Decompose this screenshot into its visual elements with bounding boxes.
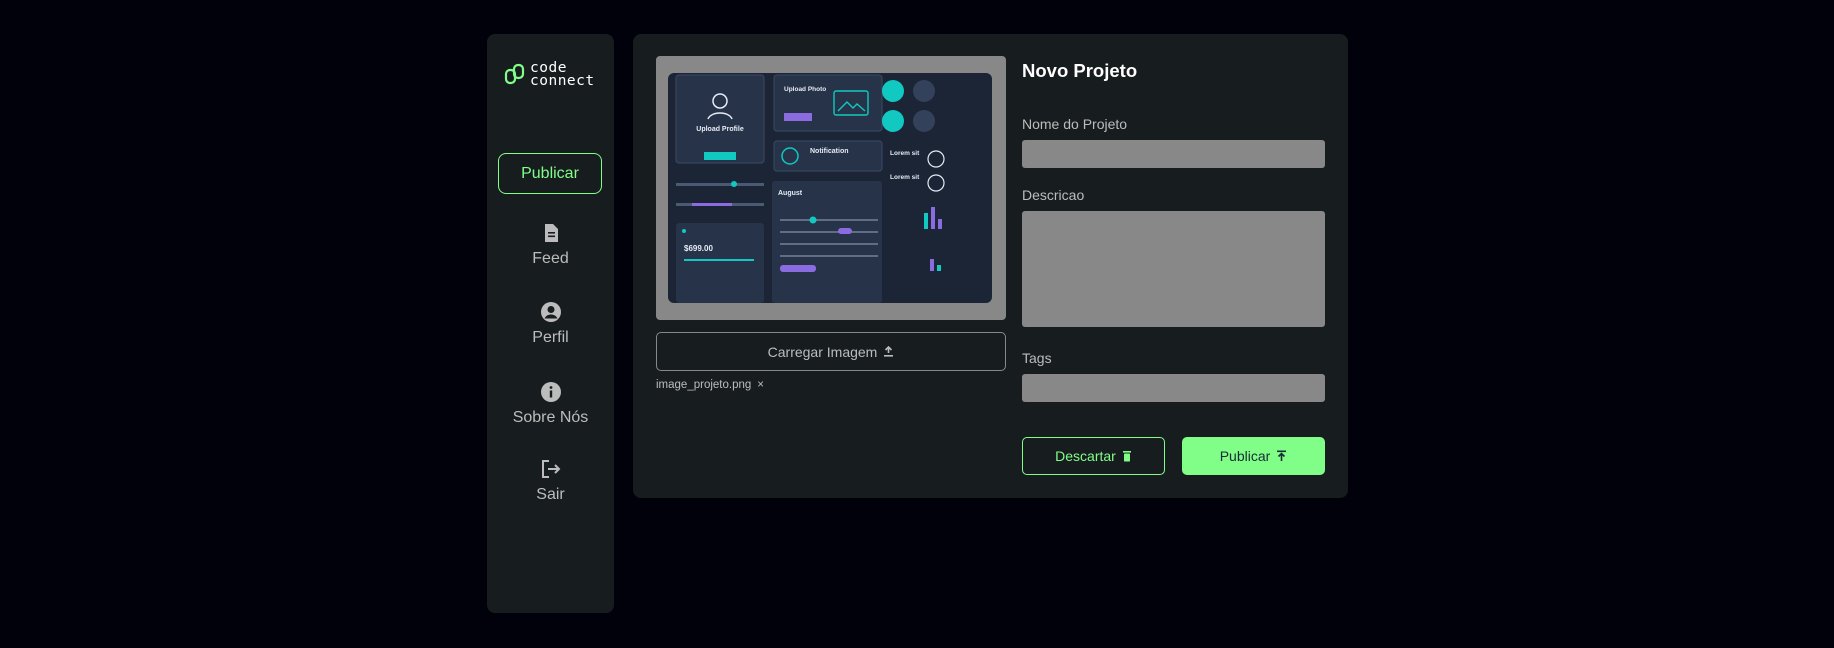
publish-button[interactable]: Publicar <box>1182 437 1325 475</box>
upload-image-button[interactable]: Carregar Imagem <box>656 332 1006 371</box>
logo-text: code connect <box>530 61 595 89</box>
sidebar-item-sair[interactable]: Sair <box>487 458 614 504</box>
new-project-card: Upload Profile $699.00 Upload Photo Noti… <box>633 34 1348 498</box>
remove-file-icon[interactable]: × <box>757 379 764 391</box>
publish-upload-icon <box>1277 450 1287 461</box>
upload-icon <box>884 346 894 357</box>
tags-label: Tags <box>1022 350 1052 366</box>
sidebar-item-label: Sair <box>536 486 565 503</box>
sidebar-publish-button[interactable]: Publicar <box>498 153 602 194</box>
notification-text: Notification <box>810 148 849 155</box>
ui-kit-image: Upload Profile $699.00 Upload Photo Noti… <box>668 73 992 303</box>
form-title: Novo Projeto <box>1022 60 1138 81</box>
description-textarea[interactable] <box>1022 211 1325 327</box>
lorem-text-2: Lorem sit <box>890 174 920 181</box>
price-text: $699.00 <box>684 244 713 253</box>
discard-button[interactable]: Descartar <box>1022 437 1165 475</box>
document-icon <box>544 224 558 242</box>
logo[interactable]: code connect <box>504 61 595 89</box>
project-image-preview: Upload Profile $699.00 Upload Photo Noti… <box>656 56 1006 320</box>
tags-input[interactable] <box>1022 374 1325 402</box>
logout-icon <box>541 460 560 478</box>
sidebar-item-perfil[interactable]: Perfil <box>487 301 614 347</box>
sidebar-item-label: Perfil <box>532 329 569 346</box>
sidebar-item-label: Sobre Nós <box>512 409 589 426</box>
project-name-label: Nome do Projeto <box>1022 116 1128 132</box>
uploaded-file: image_projeto.png × <box>656 379 764 391</box>
sidebar: code connect Publicar Feed Perfil Sobre … <box>487 34 614 613</box>
publish-label: Publicar <box>1219 448 1271 464</box>
upload-image-label: Carregar Imagem <box>767 343 878 360</box>
description-label: Descricao <box>1022 187 1085 203</box>
sidebar-item-feed[interactable]: Feed <box>487 222 614 268</box>
upload-profile-text: Upload Profile <box>696 126 744 133</box>
upload-photo-text: Upload Photo <box>784 86 826 93</box>
logo-line-2: connect <box>530 73 595 89</box>
info-icon <box>540 382 561 402</box>
project-name-input[interactable] <box>1022 140 1325 168</box>
ui-kit-illustration: Upload Profile $699.00 Upload Photo Noti… <box>675 74 945 303</box>
sidebar-item-sobre-nos[interactable]: Sobre Nós <box>487 381 614 427</box>
discard-label: Descartar <box>1055 448 1116 464</box>
trash-icon <box>1122 451 1131 462</box>
sidebar-item-label: Feed <box>532 250 569 267</box>
code-connect-logo-icon <box>504 63 525 85</box>
filename-text: image_projeto.png <box>656 379 752 391</box>
user-circle-icon <box>540 302 561 322</box>
calendar-month-text: August <box>778 190 803 197</box>
lorem-text-1: Lorem sit <box>890 150 920 157</box>
